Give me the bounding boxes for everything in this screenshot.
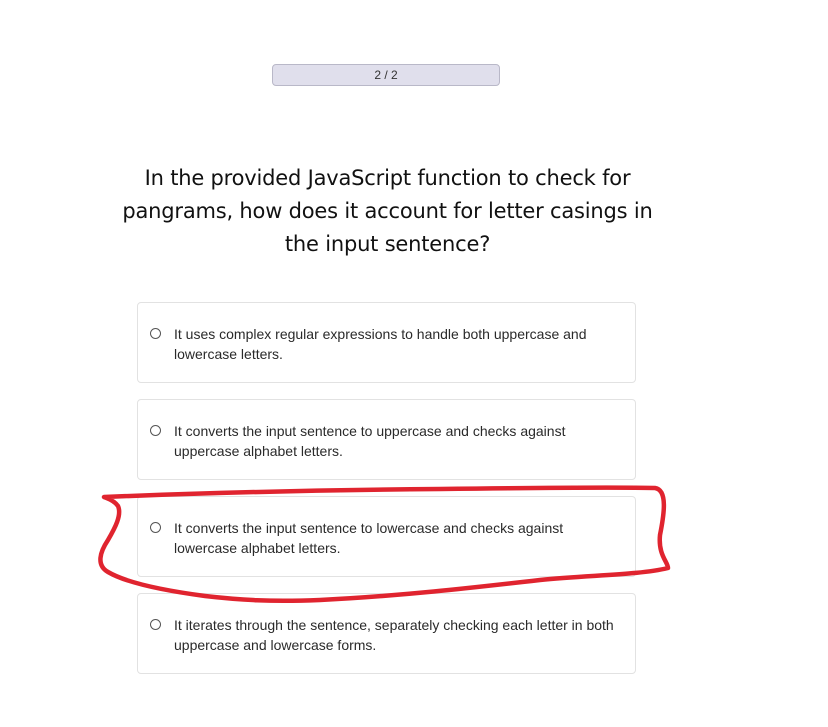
progress-label: 2 / 2	[374, 68, 398, 82]
answer-option-label: It uses complex regular expressions to h…	[174, 326, 587, 362]
answer-option-label: It iterates through the sentence, separa…	[174, 617, 614, 653]
answer-option-1[interactable]: It uses complex regular expressions to h…	[137, 302, 636, 383]
answer-option-label: It converts the input sentence to upperc…	[174, 423, 566, 459]
answer-option-2[interactable]: It converts the input sentence to upperc…	[137, 399, 636, 480]
answer-option-label: It converts the input sentence to lowerc…	[174, 520, 564, 556]
answer-option-3[interactable]: It converts the input sentence to lowerc…	[137, 496, 636, 577]
radio-button-icon[interactable]	[150, 425, 161, 436]
progress-indicator: 2 / 2	[272, 64, 500, 86]
answer-option-4[interactable]: It iterates through the sentence, separa…	[137, 593, 636, 674]
radio-button-icon[interactable]	[150, 328, 161, 339]
question-text: In the provided JavaScript function to c…	[122, 166, 653, 256]
radio-button-icon[interactable]	[150, 522, 161, 533]
radio-button-icon[interactable]	[150, 619, 161, 630]
